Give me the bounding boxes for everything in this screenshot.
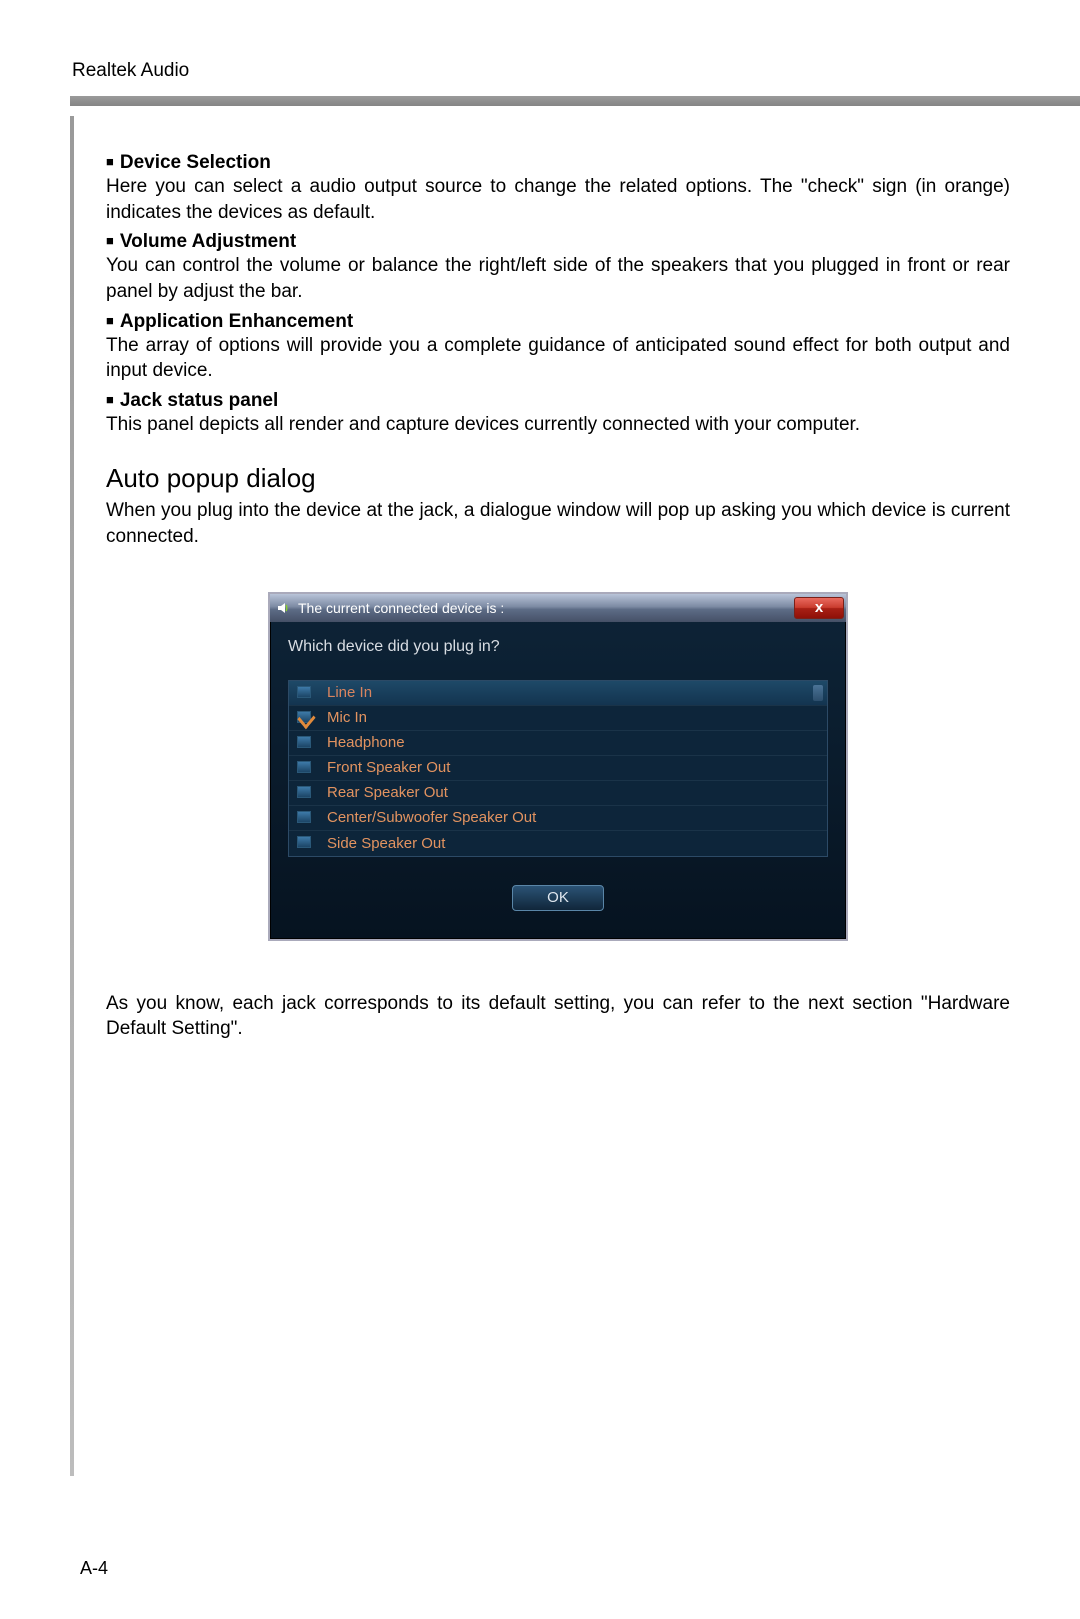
device-option[interactable]: Front Speaker Out <box>289 756 827 781</box>
jack-icon <box>297 786 313 800</box>
device-label: Mic In <box>327 709 367 726</box>
device-option[interactable]: Mic In <box>289 706 827 731</box>
device-option[interactable]: Rear Speaker Out <box>289 781 827 806</box>
section-volume-adjustment: Volume Adjustment You can control the vo… <box>106 231 1010 304</box>
footer-paragraph: As you know, each jack corresponds to it… <box>106 991 1010 1042</box>
section-jack-status-panel: Jack status panel This panel depicts all… <box>106 390 1010 438</box>
section-title: Volume Adjustment <box>106 231 1010 253</box>
left-margin-bar <box>70 116 74 1476</box>
scrollbar-thumb[interactable] <box>813 685 823 701</box>
device-option[interactable]: Headphone <box>289 731 827 756</box>
section-body: The array of options will provide you a … <box>106 333 1010 384</box>
speaker-icon <box>276 600 292 616</box>
device-popup-dialog: The current connected device is : x Whic… <box>268 592 848 941</box>
ok-button[interactable]: OK <box>512 885 604 911</box>
device-option[interactable]: Center/Subwoofer Speaker Out <box>289 806 827 831</box>
device-option[interactable]: Line In <box>289 681 827 706</box>
dialog-prompt: Which device did you plug in? <box>288 638 828 656</box>
jack-icon <box>297 836 313 850</box>
header-divider <box>70 96 1080 106</box>
device-label: Front Speaker Out <box>327 759 450 776</box>
check-icon <box>297 711 313 725</box>
device-label: Side Speaker Out <box>327 835 445 852</box>
dialog-title: The current connected device is : <box>298 600 794 616</box>
device-list: Line In Mic In Headphone Front Speaker Out R… <box>288 680 828 857</box>
device-option[interactable]: Side Speaker Out <box>289 831 827 856</box>
auto-popup-intro: When you plug into the device at the jac… <box>106 498 1010 549</box>
section-body: You can control the volume or balance th… <box>106 253 1010 304</box>
section-application-enhancement: Application Enhancement The array of opt… <box>106 311 1010 384</box>
device-label: Headphone <box>327 734 405 751</box>
section-title: Jack status panel <box>106 390 1010 412</box>
page-header-title: Realtek Audio <box>72 60 1020 82</box>
jack-icon <box>297 736 313 750</box>
device-label: Line In <box>327 684 372 701</box>
section-device-selection: Device Selection Here you can select a a… <box>106 152 1010 225</box>
main-content: Device Selection Here you can select a a… <box>106 106 1010 1042</box>
dialog-titlebar: The current connected device is : x <box>270 594 846 622</box>
jack-icon <box>297 686 313 700</box>
section-title: Application Enhancement <box>106 311 1010 333</box>
close-button[interactable]: x <box>794 597 844 619</box>
device-label: Rear Speaker Out <box>327 784 448 801</box>
section-body: Here you can select a audio output sourc… <box>106 174 1010 225</box>
section-body: This panel depicts all render and captur… <box>106 412 1010 438</box>
jack-icon <box>297 761 313 775</box>
section-title: Device Selection <box>106 152 1010 174</box>
jack-icon <box>297 811 313 825</box>
page-number: A-4 <box>80 1558 108 1579</box>
device-label: Center/Subwoofer Speaker Out <box>327 809 536 826</box>
auto-popup-heading: Auto popup dialog <box>106 463 1010 494</box>
